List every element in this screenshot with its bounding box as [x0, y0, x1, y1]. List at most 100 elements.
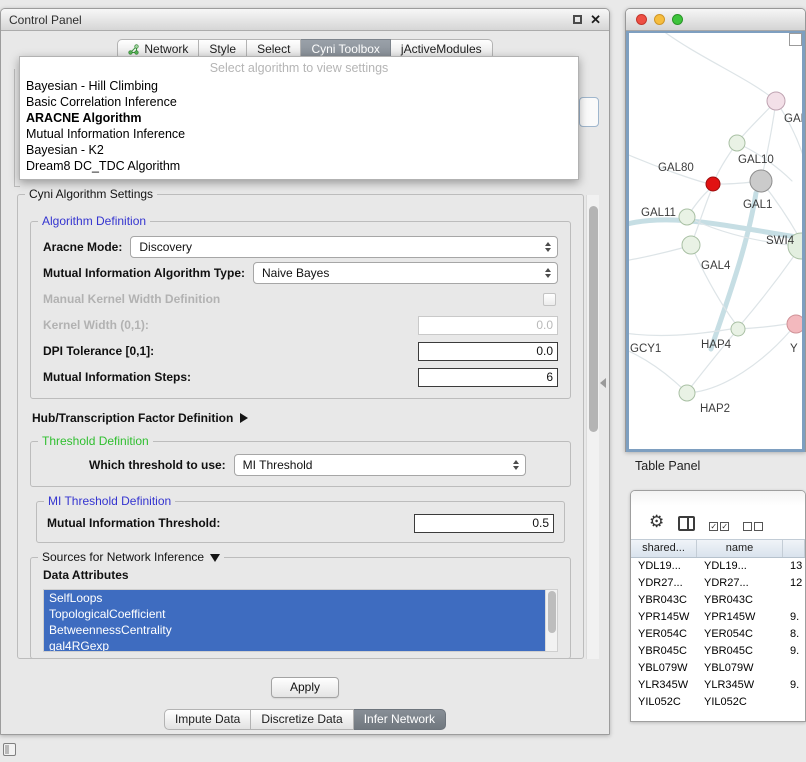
table-toolbar: ⚙ ✓✓ [631, 491, 805, 539]
which-threshold-row: Which threshold to use: MI Threshold [41, 454, 560, 476]
attribute-item-betweennesscentrality[interactable]: BetweennessCentrality [44, 622, 545, 638]
network-node-top-pink[interactable] [767, 92, 785, 110]
attribute-item-gal4rgexp[interactable]: gal4RGexp [44, 638, 545, 652]
sources-title[interactable]: Sources for Network Inference [38, 550, 224, 565]
algorithm-option-mutual-information-inference[interactable]: Mutual Information Inference [20, 126, 578, 142]
table-row[interactable]: YLR345WYLR345W9. [631, 677, 805, 694]
data-attributes-list[interactable]: SelfLoopsTopologicalCoefficientBetweenne… [43, 589, 558, 652]
mi-algorithm-type-label: Mutual Information Algorithm Type: [43, 266, 245, 280]
table-row[interactable]: YBR043CYBR043C [631, 592, 805, 609]
node-label-gal11: GAL11 [641, 207, 676, 219]
apply-button[interactable]: Apply [271, 677, 339, 698]
list-scrollbar-thumb[interactable] [548, 591, 556, 633]
network-node-gal1-gray[interactable] [750, 170, 772, 192]
column-header-shared[interactable]: shared... [631, 540, 697, 557]
list-scrollbar[interactable] [545, 590, 557, 651]
table-row[interactable]: YPR145WYPR145W9. [631, 609, 805, 626]
algorithm-option-bayesian-k2[interactable]: Bayesian - K2 [20, 142, 578, 158]
bottom-tab-bar: Impute Data Discretize Data Infer Network [1, 709, 609, 730]
node-label-swi4: SWI4 [766, 235, 795, 247]
bottom-tab-impute-data[interactable]: Impute Data [164, 709, 251, 730]
which-threshold-combobox[interactable]: MI Threshold [234, 454, 526, 476]
tab-label: Cyni Toolbox [311, 42, 379, 56]
algorithm-definition-group: Algorithm Definition Aracne Mode: Discov… [30, 221, 571, 399]
network-edge [691, 245, 735, 323]
float-window-icon[interactable] [573, 15, 582, 24]
network-node-gal4[interactable] [682, 236, 700, 254]
network-node-red[interactable] [706, 177, 720, 191]
algorithm-option-bayesian-hill-climbing[interactable]: Bayesian - Hill Climbing [20, 78, 578, 94]
window-title: Control Panel [9, 13, 82, 27]
mi-steps-input[interactable] [418, 368, 558, 387]
tab-label: Discretize Data [261, 712, 342, 726]
gear-icon[interactable]: ⚙ [649, 513, 664, 531]
settings-scrollbar[interactable] [586, 195, 599, 659]
splitter-handle[interactable] [600, 378, 606, 388]
table-row[interactable]: YER054CYER054C8. [631, 626, 805, 643]
network-edge [629, 248, 682, 261]
zoom-traffic-light-icon[interactable] [672, 14, 683, 25]
mi-steps-label: Mutual Information Steps: [43, 370, 191, 384]
bottom-tab-infer-network[interactable]: Infer Network [354, 709, 446, 730]
cyni-settings-title: Cyni Algorithm Settings [25, 187, 157, 202]
node-label-gal80: GAL80 [658, 162, 694, 174]
restore-panel-icon[interactable] [3, 743, 16, 756]
algorithm-option-aracne-algorithm[interactable]: ARACNE Algorithm [20, 110, 578, 126]
node-label-hap2: HAP2 [700, 403, 730, 415]
network-canvas[interactable]: GALGAL80GAL10GAL11GAL1SWI4GAL4GCY1HAP4YH… [626, 31, 805, 452]
table-row[interactable]: YDR27...YDR27...12 [631, 575, 805, 592]
table-row[interactable]: YBR045CYBR045C9. [631, 643, 805, 660]
kernel-width-row: Kernel Width (0,1): [41, 312, 560, 338]
manual-kernel-label: Manual Kernel Width Definition [43, 292, 220, 306]
aracne-mode-combobox[interactable]: Discovery [130, 236, 558, 258]
kernel-width-input [418, 316, 558, 335]
select-all-checks-icon[interactable]: ✓✓ [709, 522, 729, 531]
table-row[interactable]: YDL19...YDL19...13 [631, 558, 805, 575]
network-node-mid-green[interactable] [731, 322, 745, 336]
close-window-icon[interactable]: ✕ [590, 14, 601, 25]
mi-threshold-input[interactable] [414, 514, 554, 533]
combobox-stepper-icon [539, 242, 557, 252]
table-cell: YBR045C [631, 643, 697, 660]
dpi-tolerance-input[interactable] [418, 342, 558, 361]
settings-scrollbar-thumb[interactable] [589, 206, 598, 432]
mi-algorithm-type-combobox[interactable]: Naive Bayes [253, 262, 558, 284]
algorithm-option-basic-correlation-inference[interactable]: Basic Correlation Inference [20, 94, 578, 110]
network-node-right-pink[interactable] [787, 315, 804, 333]
mi-threshold-row: Mutual Information Threshold: [47, 512, 554, 534]
columns-icon[interactable] [678, 516, 695, 531]
canvas-corner-button[interactable] [789, 33, 802, 46]
aracne-mode-row: Aracne Mode: Discovery [41, 234, 560, 260]
bottom-tab-discretize-data[interactable]: Discretize Data [251, 709, 353, 730]
cyni-algorithm-settings-group: Cyni Algorithm Settings Algorithm Defini… [17, 194, 584, 659]
network-node-gal11[interactable] [679, 209, 695, 225]
table-cell: 9. [783, 609, 805, 626]
deselect-all-checks-icon[interactable] [743, 522, 763, 531]
network-edge [761, 101, 776, 181]
close-traffic-light-icon[interactable] [636, 14, 647, 25]
window-buttons: ✕ [573, 14, 601, 25]
which-threshold-label: Which threshold to use: [89, 458, 226, 472]
table-cell: YBR045C [697, 643, 783, 660]
network-node-hap2[interactable] [679, 385, 695, 401]
threshold-definition-title: Threshold Definition [38, 434, 153, 449]
algorithm-option-dream8-dc-tdc-algorithm[interactable]: Dream8 DC_TDC Algorithm [20, 158, 578, 174]
table-cell [783, 694, 805, 711]
control-panel-titlebar[interactable]: Control Panel ✕ [1, 9, 609, 31]
attribute-item-selfloops[interactable]: SelfLoops [44, 590, 545, 606]
network-node-gal10[interactable] [729, 135, 745, 151]
dpi-tolerance-label: DPI Tolerance [0,1]: [43, 344, 154, 358]
table-cell: YBR043C [697, 592, 783, 609]
table-row[interactable]: YIL052CYIL052C [631, 694, 805, 711]
table-cell: 9. [783, 643, 805, 660]
attribute-item-topologicalcoefficient[interactable]: TopologicalCoefficient [44, 606, 545, 622]
column-header-col3[interactable] [783, 540, 805, 557]
network-edge [629, 349, 687, 393]
network-window-titlebar[interactable] [626, 9, 805, 31]
mi-algorithm-type-value: Naive Bayes [262, 266, 329, 280]
hub-definition-toggle[interactable]: Hub/Transcription Factor Definition [32, 409, 569, 427]
column-header-name[interactable]: name [697, 540, 783, 557]
tab-label: Impute Data [175, 712, 240, 726]
table-row[interactable]: YBL079WYBL079W [631, 660, 805, 677]
minimize-traffic-light-icon[interactable] [654, 14, 665, 25]
